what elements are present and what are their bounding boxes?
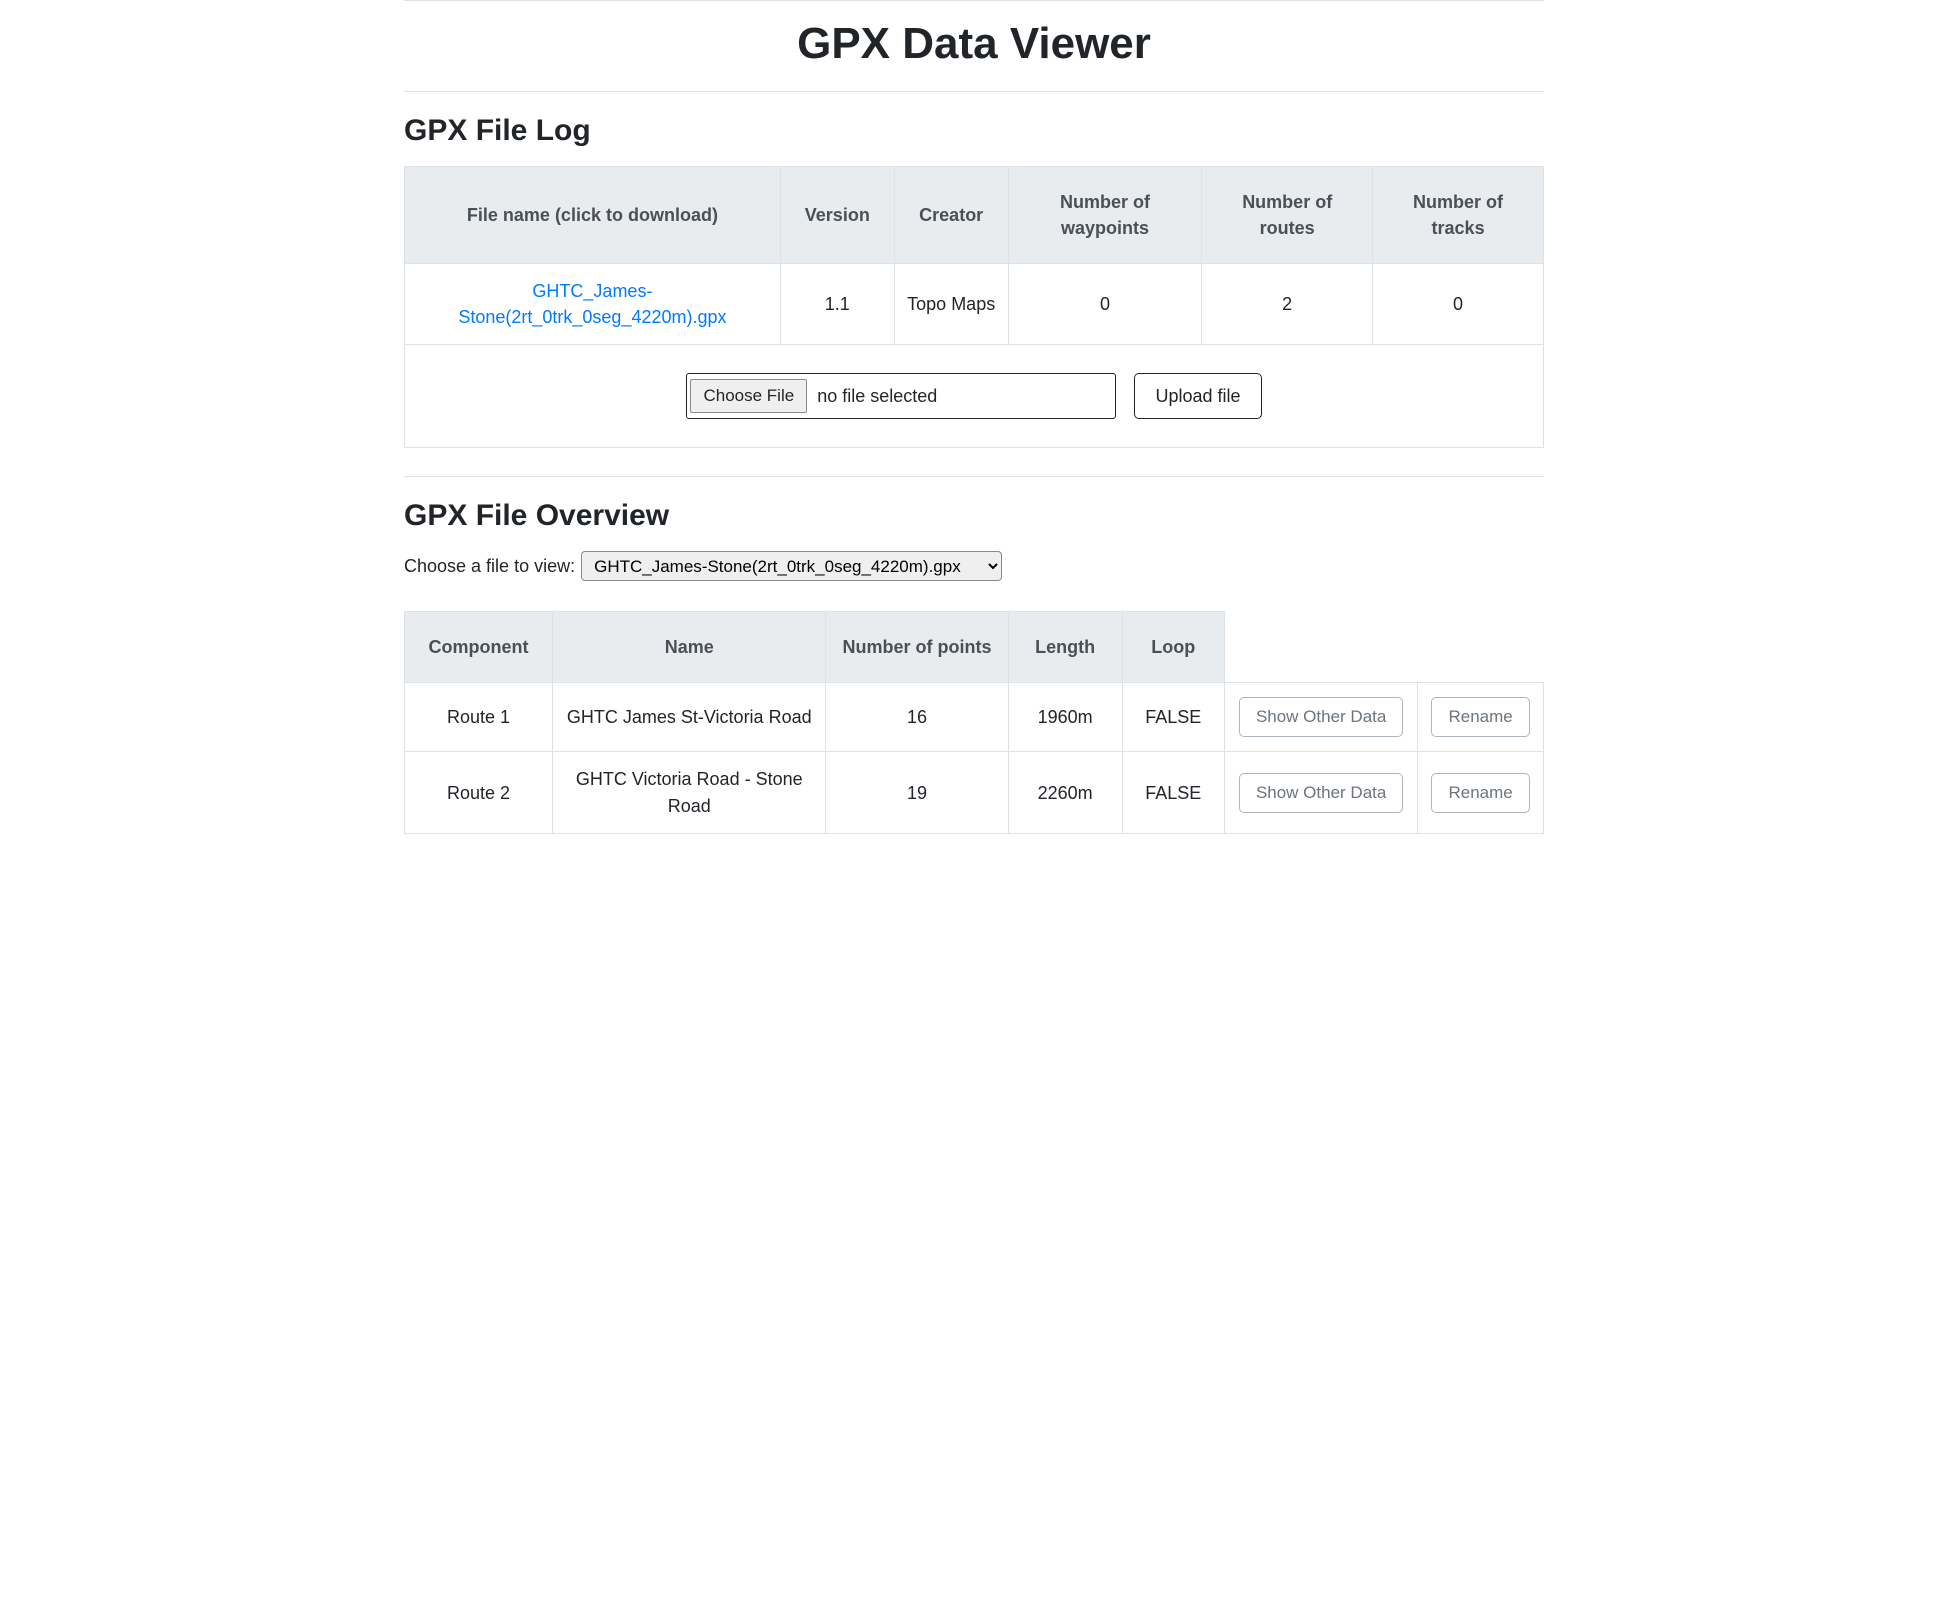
choose-view-row: Choose a file to view: GHTC_James-Stone(… (404, 551, 1544, 581)
overview-header-showother (1225, 612, 1418, 683)
file-chooser[interactable]: Choose File no file selected (686, 373, 1116, 419)
filelog-header-waypoints: Number of waypoints (1008, 167, 1202, 264)
overview-header-rename (1418, 612, 1544, 683)
filelog-cell-routes: 2 (1202, 264, 1373, 345)
page-title: GPX Data Viewer (404, 19, 1544, 69)
filelog-header-filename: File name (click to download) (405, 167, 781, 264)
overview-cell-name: GHTC James St-Victoria Road (553, 683, 826, 752)
overview-row: Route 1 GHTC James St-Victoria Road 16 1… (405, 683, 1544, 752)
filelog-header-version: Version (780, 167, 894, 264)
overview-cell-points: 19 (826, 752, 1008, 833)
top-divider (404, 0, 1544, 1)
filelog-row: GHTC_James-Stone(2rt_0trk_0seg_4220m).gp… (405, 264, 1544, 345)
overview-cell-loop: FALSE (1122, 752, 1225, 833)
overview-table: Component Name Number of points Length L… (404, 611, 1544, 833)
upload-row: Choose File no file selected Upload file (417, 373, 1531, 419)
show-other-data-button[interactable]: Show Other Data (1239, 697, 1403, 737)
overview-cell-points: 16 (826, 683, 1008, 752)
filelog-cell-waypoints: 0 (1008, 264, 1202, 345)
overview-header-component: Component (405, 612, 553, 683)
choose-file-button[interactable]: Choose File (690, 379, 807, 413)
rename-button[interactable]: Rename (1431, 773, 1529, 813)
overview-cell-name: GHTC Victoria Road - Stone Road (553, 752, 826, 833)
overview-cell-loop: FALSE (1122, 683, 1225, 752)
filelog-header-routes: Number of routes (1202, 167, 1373, 264)
overview-header-name: Name (553, 612, 826, 683)
rename-button[interactable]: Rename (1431, 697, 1529, 737)
overview-cell-component: Route 2 (405, 752, 553, 833)
section-divider-2 (404, 476, 1544, 477)
filelog-download-link[interactable]: GHTC_James-Stone(2rt_0trk_0seg_4220m).gp… (458, 281, 726, 327)
overview-cell-length: 1960m (1008, 683, 1122, 752)
overview-header-length: Length (1008, 612, 1122, 683)
overview-row: Route 2 GHTC Victoria Road - Stone Road … (405, 752, 1544, 833)
overview-cell-length: 2260m (1008, 752, 1122, 833)
filelog-heading: GPX File Log (404, 114, 1544, 148)
filelog-cell-tracks: 0 (1373, 264, 1544, 345)
upload-button[interactable]: Upload file (1134, 373, 1261, 419)
show-other-data-button[interactable]: Show Other Data (1239, 773, 1403, 813)
file-chooser-status: no file selected (817, 383, 937, 409)
overview-header-points: Number of points (826, 612, 1008, 683)
overview-heading: GPX File Overview (404, 499, 1544, 533)
file-select[interactable]: GHTC_James-Stone(2rt_0trk_0seg_4220m).gp… (581, 551, 1002, 581)
filelog-cell-version: 1.1 (780, 264, 894, 345)
section-divider (404, 91, 1544, 92)
filelog-header-tracks: Number of tracks (1373, 167, 1544, 264)
filelog-header-creator: Creator (894, 167, 1008, 264)
choose-view-label: Choose a file to view: (404, 556, 575, 577)
overview-cell-component: Route 1 (405, 683, 553, 752)
filelog-table: File name (click to download) Version Cr… (404, 166, 1544, 448)
overview-header-loop: Loop (1122, 612, 1225, 683)
filelog-cell-creator: Topo Maps (894, 264, 1008, 345)
